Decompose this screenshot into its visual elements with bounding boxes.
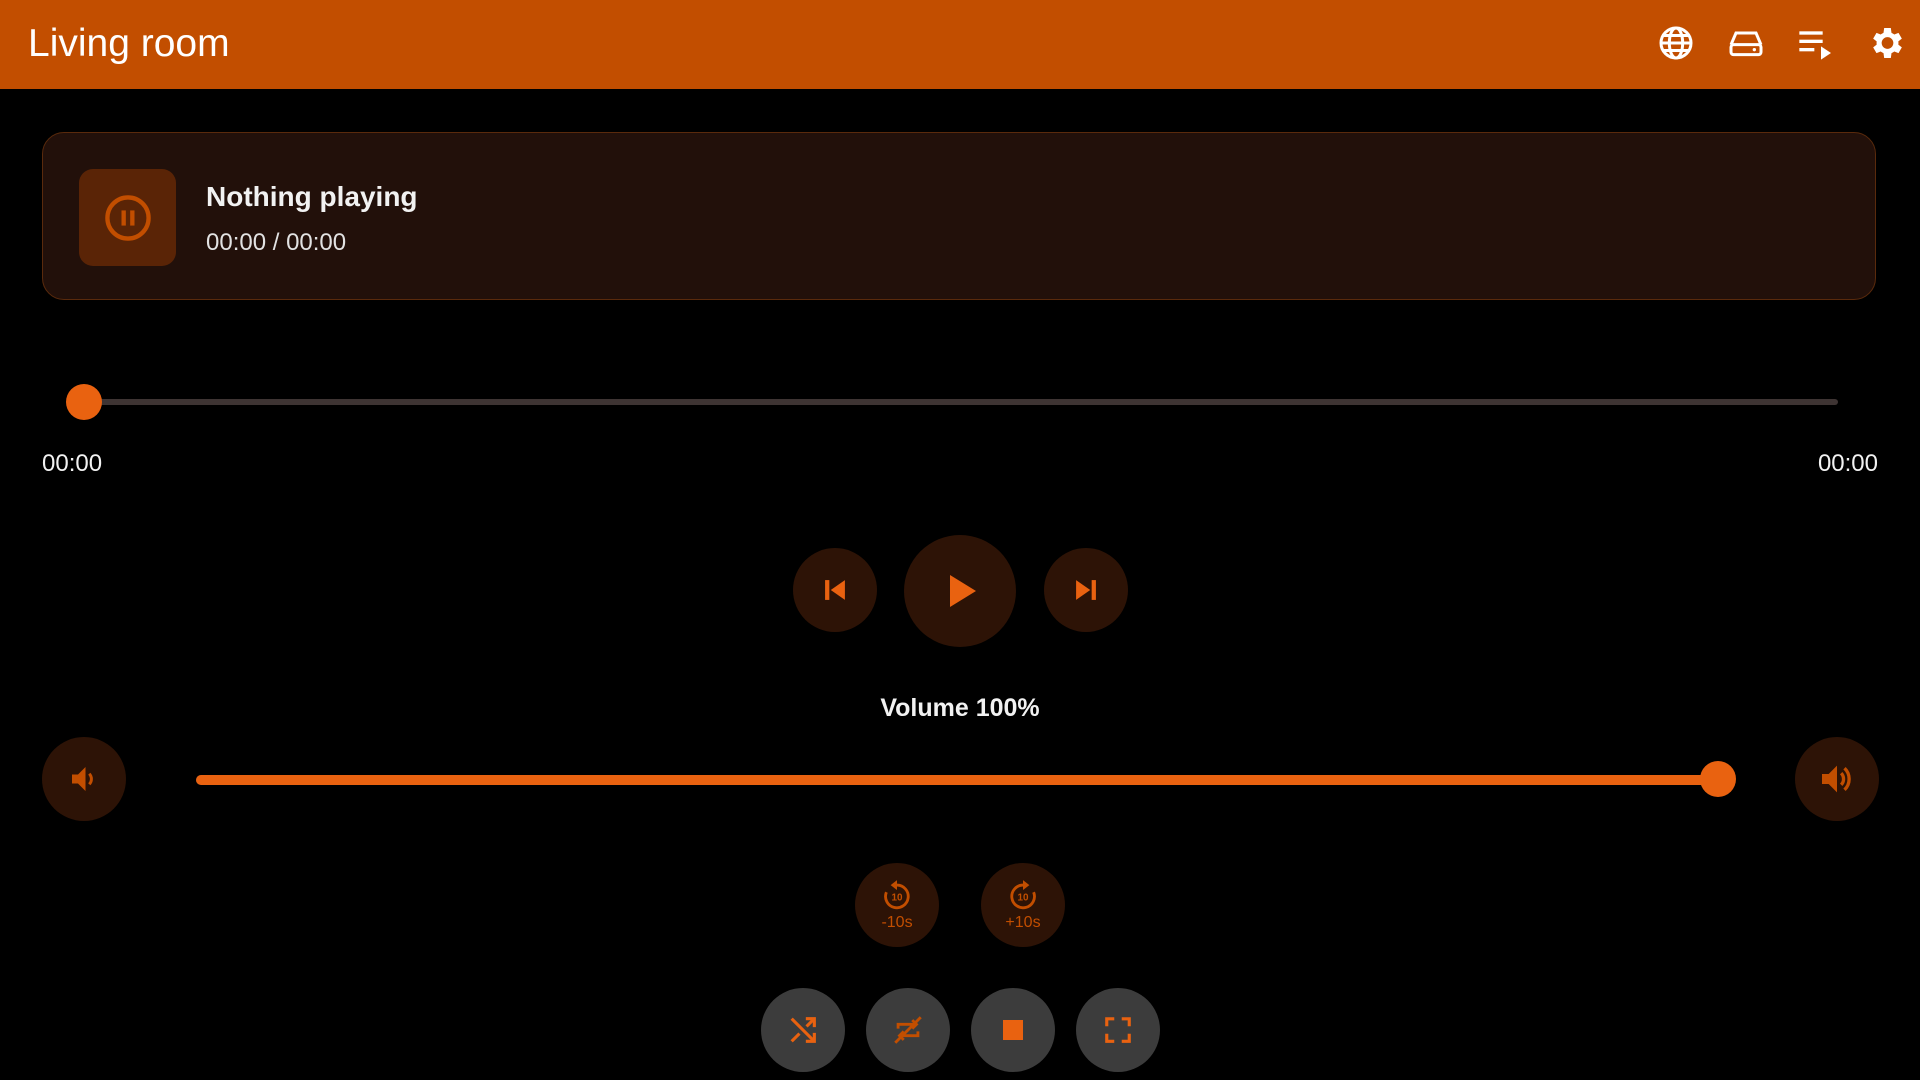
skip-forward-button[interactable]: 10 +10s bbox=[981, 863, 1065, 947]
skip-forward-label: +10s bbox=[1005, 914, 1041, 931]
skip-previous-icon bbox=[825, 580, 845, 600]
stop-button[interactable] bbox=[971, 988, 1055, 1072]
play-icon bbox=[950, 575, 976, 607]
next-button[interactable] bbox=[1044, 548, 1128, 632]
volume-down-icon bbox=[72, 767, 93, 791]
shuffle-button[interactable] bbox=[761, 988, 845, 1072]
skip-back-button[interactable]: 10 -10s bbox=[855, 863, 939, 947]
device-icon[interactable] bbox=[1723, 20, 1769, 66]
settings-icon[interactable] bbox=[1863, 20, 1909, 66]
volume-up-icon bbox=[1822, 765, 1851, 793]
volume-label: Volume 100% bbox=[880, 694, 1040, 722]
volume-up-button[interactable] bbox=[1795, 737, 1879, 821]
status-tile bbox=[79, 169, 176, 266]
fullscreen-icon bbox=[1105, 1017, 1131, 1043]
volume-down-button[interactable] bbox=[42, 737, 126, 821]
svg-text:10: 10 bbox=[1017, 893, 1029, 904]
elapsed-time: 00:00 bbox=[42, 450, 103, 477]
fullscreen-button[interactable] bbox=[1076, 988, 1160, 1072]
shuffle-icon bbox=[790, 1017, 816, 1043]
volume-fill bbox=[196, 775, 1726, 785]
now-playing-time: 00:00 / 00:00 bbox=[206, 229, 347, 256]
svg-text:10: 10 bbox=[891, 893, 903, 904]
globe-icon[interactable] bbox=[1653, 20, 1699, 66]
stop-icon bbox=[1003, 1020, 1023, 1040]
app-bar: Living room bbox=[0, 0, 1920, 89]
now-playing-title: Nothing playing bbox=[206, 181, 418, 212]
skip-back-label: -10s bbox=[881, 914, 913, 931]
forward-10-icon: 10 bbox=[1010, 880, 1036, 910]
now-playing-card: Nothing playing 00:00 / 00:00 bbox=[42, 132, 1876, 300]
repeat-button[interactable] bbox=[866, 988, 950, 1072]
repeat-off-icon bbox=[894, 1016, 922, 1044]
previous-button[interactable] bbox=[793, 548, 877, 632]
app-title: Living room bbox=[28, 22, 230, 65]
seek-thumb[interactable] bbox=[66, 384, 102, 420]
duration-time: 00:00 bbox=[1817, 450, 1878, 477]
replay-10-icon: 10 bbox=[884, 880, 910, 910]
volume-track[interactable] bbox=[196, 775, 1726, 785]
queue-icon[interactable] bbox=[1793, 20, 1839, 66]
skip-next-icon bbox=[1076, 580, 1096, 600]
pause-circle-icon bbox=[104, 194, 151, 241]
play-button[interactable] bbox=[904, 535, 1016, 647]
volume-thumb[interactable] bbox=[1700, 761, 1736, 797]
seek-track[interactable] bbox=[84, 399, 1838, 405]
